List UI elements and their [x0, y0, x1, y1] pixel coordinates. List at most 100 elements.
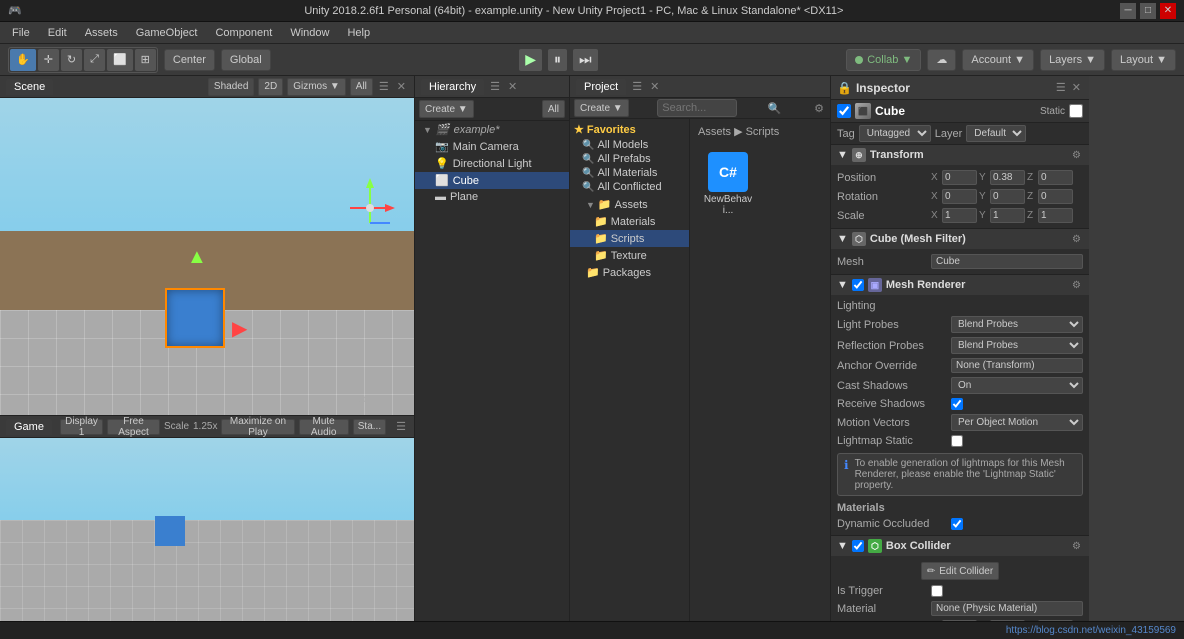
menu-help[interactable]: Help [339, 25, 378, 41]
receive-shadows-checkbox[interactable] [951, 398, 963, 410]
tree-materials[interactable]: 📁 Materials [570, 213, 689, 230]
menu-assets[interactable]: Assets [77, 25, 126, 41]
center-y-input[interactable] [990, 620, 1025, 621]
gizmos-button[interactable]: Gizmos ▼ [287, 78, 346, 96]
tree-texture[interactable]: 📁 Texture [570, 247, 689, 264]
hierarchy-item-light[interactable]: 💡 Directional Light [415, 155, 569, 172]
project-menu[interactable]: ☰ [630, 79, 644, 94]
motion-vectors-dropdown[interactable]: Per Object Motion [951, 414, 1083, 431]
center-toggle[interactable]: Center [164, 49, 215, 71]
cast-shadows-dropdown[interactable]: On [951, 377, 1083, 394]
favorites-header[interactable]: ★ Favorites [570, 121, 689, 138]
mesh-renderer-active-checkbox[interactable] [852, 279, 864, 291]
mesh-filter-header[interactable]: ▼ ⬡ Cube (Mesh Filter) ⚙ [831, 229, 1089, 249]
rotation-x-input[interactable] [942, 189, 977, 204]
hierarchy-item-camera[interactable]: 📷 Main Camera [415, 138, 569, 155]
project-search-input[interactable] [657, 99, 737, 117]
project-tab[interactable]: Project [576, 79, 626, 95]
transform-settings-icon[interactable]: ⚙ [1070, 150, 1083, 161]
game-panel-menu[interactable]: ☰ [394, 419, 408, 434]
cube-object[interactable] [165, 288, 225, 348]
hierarchy-item-plane[interactable]: ▬ Plane [415, 189, 569, 205]
maximize-button[interactable]: □ [1140, 3, 1156, 19]
fav-all-materials[interactable]: 🔍 All Materials [570, 166, 689, 180]
mesh-renderer-header[interactable]: ▼ ▣ Mesh Renderer ⚙ [831, 275, 1089, 295]
transform-header[interactable]: ▼ ⊕ Transform ⚙ [831, 145, 1089, 165]
menu-window[interactable]: Window [282, 25, 337, 41]
hierarchy-close[interactable]: ✕ [506, 79, 519, 94]
inspector-close-icon[interactable]: ✕ [1070, 80, 1083, 95]
search-icon[interactable]: 🔍 [766, 101, 784, 116]
fav-all-prefabs[interactable]: 🔍 All Prefabs [570, 152, 689, 166]
shaded-button[interactable]: Shaded [208, 78, 254, 96]
scene-panel-close[interactable]: ✕ [395, 79, 408, 94]
tree-packages[interactable]: 📁 Packages [570, 264, 689, 281]
stats-button[interactable]: Sta... [353, 419, 386, 435]
box-collider-settings-icon[interactable]: ⚙ [1070, 541, 1083, 552]
layer-dropdown[interactable]: Default [966, 125, 1026, 142]
inspector-menu-icon[interactable]: ☰ [1054, 80, 1068, 95]
reflection-probes-dropdown[interactable]: Blend Probes [951, 337, 1083, 354]
scale-y-input[interactable] [990, 208, 1025, 223]
scale-x-input[interactable] [942, 208, 977, 223]
display-button[interactable]: Display 1 [60, 419, 103, 435]
aspect-button[interactable]: Free Aspect [107, 419, 160, 435]
account-button[interactable]: Account ▼ [962, 49, 1034, 71]
2d-button[interactable]: 2D [258, 78, 283, 96]
cloud-button[interactable]: ☁ [927, 49, 956, 71]
box-collider-header[interactable]: ▼ ⬡ Box Collider ⚙ [831, 536, 1089, 556]
game-tab[interactable]: Game [6, 419, 52, 435]
global-toggle[interactable]: Global [221, 49, 271, 71]
project-settings-icon[interactable]: ⚙ [812, 101, 826, 116]
multi-tool-button[interactable]: ⊞ [135, 49, 156, 71]
object-active-checkbox[interactable] [837, 104, 851, 118]
project-create-button[interactable]: Create ▼ [574, 99, 629, 117]
position-z-input[interactable] [1038, 170, 1073, 185]
maximize-on-play-button[interactable]: Maximize on Play [221, 419, 294, 435]
tree-assets[interactable]: ▼ 📁 Assets [570, 196, 689, 213]
game-viewport[interactable] [0, 438, 414, 621]
collab-button[interactable]: Collab ▼ [846, 49, 921, 71]
minimize-button[interactable]: ─ [1120, 3, 1136, 19]
lightmap-static-checkbox[interactable] [951, 435, 963, 447]
fav-all-models[interactable]: 🔍 All Models [570, 138, 689, 152]
position-x-input[interactable] [942, 170, 977, 185]
center-x-input[interactable] [942, 620, 977, 621]
tree-scripts[interactable]: 📁 Scripts [570, 230, 689, 247]
box-collider-active-checkbox[interactable] [852, 540, 864, 552]
asset-newbehaviour[interactable]: C# NewBehavi... [698, 148, 758, 220]
hierarchy-item-cube[interactable]: ⬜ Cube [415, 172, 569, 189]
menu-edit[interactable]: Edit [40, 25, 75, 41]
close-button[interactable]: ✕ [1160, 3, 1176, 19]
is-trigger-checkbox[interactable] [931, 585, 943, 597]
light-probes-dropdown[interactable]: Blend Probes [951, 316, 1083, 333]
scene-tab[interactable]: Scene [6, 79, 53, 95]
menu-gameobject[interactable]: GameObject [128, 25, 206, 41]
mesh-renderer-settings-icon[interactable]: ⚙ [1070, 280, 1083, 291]
menu-component[interactable]: Component [207, 25, 280, 41]
layers-button[interactable]: Layers ▼ [1040, 49, 1105, 71]
fav-all-conflicted[interactable]: 🔍 All Conflicted [570, 180, 689, 194]
tag-dropdown[interactable]: Untagged [859, 125, 931, 142]
all-button[interactable]: All [350, 78, 373, 96]
hierarchy-all-button[interactable]: All [542, 100, 565, 118]
hierarchy-tab[interactable]: Hierarchy [421, 79, 484, 95]
project-close[interactable]: ✕ [648, 79, 661, 94]
rotation-z-input[interactable] [1038, 189, 1073, 204]
mute-audio-button[interactable]: Mute Audio [299, 419, 349, 435]
menu-file[interactable]: File [4, 25, 38, 41]
rotation-y-input[interactable] [990, 189, 1025, 204]
pause-button[interactable]: ⏸ [548, 49, 567, 71]
play-button[interactable]: ▶ [519, 49, 542, 71]
mesh-filter-settings-icon[interactable]: ⚙ [1070, 234, 1083, 245]
scene-panel-menu[interactable]: ☰ [377, 79, 391, 94]
move-tool-button[interactable]: ✛ [38, 49, 59, 71]
hierarchy-create-button[interactable]: Create ▼ [419, 100, 474, 118]
rotate-tool-button[interactable]: ↻ [61, 49, 82, 71]
scale-tool-button[interactable]: ⤢ [84, 49, 105, 71]
center-z-input[interactable] [1038, 620, 1073, 621]
rect-tool-button[interactable]: ⬜ [107, 49, 133, 71]
hand-tool-button[interactable]: ✋ [10, 49, 36, 71]
scale-z-input[interactable] [1038, 208, 1073, 223]
edit-collider-button[interactable]: ✏ Edit Collider [921, 562, 999, 580]
